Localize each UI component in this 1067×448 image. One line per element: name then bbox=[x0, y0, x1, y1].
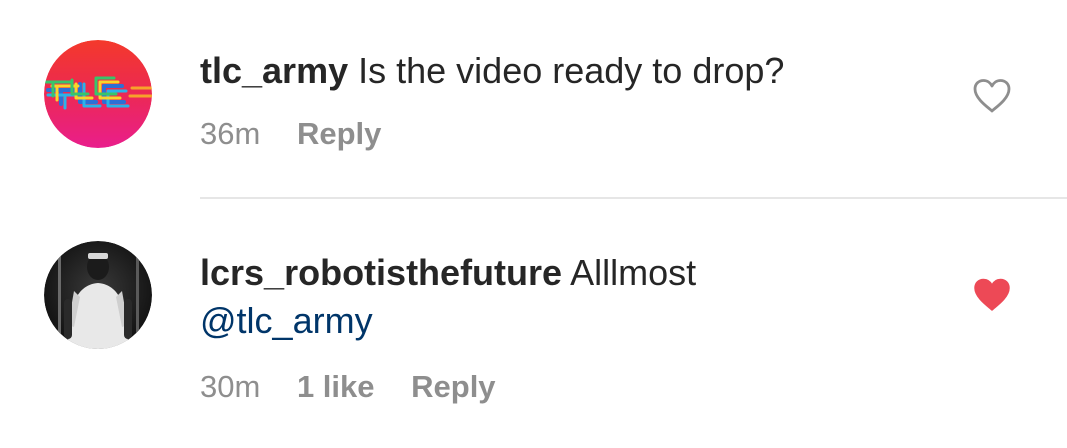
heart-outline-icon[interactable] bbox=[972, 78, 1012, 114]
reply-button[interactable]: Reply bbox=[297, 116, 381, 151]
likes-count[interactable]: 1 like bbox=[297, 369, 375, 404]
comment-mention-line: @tlc_army bbox=[200, 298, 373, 344]
comment-timestamp: 36m bbox=[200, 116, 261, 151]
tlc-logo-avatar bbox=[44, 40, 152, 148]
comment-text-line: tlc_army Is the video ready to drop? bbox=[200, 48, 784, 94]
avatar[interactable] bbox=[44, 241, 152, 349]
comment-text: Alllmost bbox=[570, 252, 697, 293]
comment-username[interactable]: lcrs_robotisthefuture bbox=[200, 252, 562, 293]
comment-timestamp: 30m bbox=[200, 369, 261, 404]
mention-link[interactable]: @tlc_army bbox=[200, 300, 373, 341]
comment-text: Is the video ready to drop? bbox=[358, 50, 785, 91]
comment-meta: 36m Reply bbox=[200, 114, 409, 154]
comment-username[interactable]: tlc_army bbox=[200, 50, 348, 91]
comment-item: lcrs_robotisthefuture Alllmost @tlc_army… bbox=[0, 199, 1067, 448]
comment-text-line: lcrs_robotisthefuture Alllmost bbox=[200, 250, 696, 296]
person-photo-avatar bbox=[44, 241, 152, 349]
comment-meta: 30m 1 like Reply bbox=[200, 367, 524, 407]
avatar[interactable] bbox=[44, 40, 152, 148]
reply-button[interactable]: Reply bbox=[411, 369, 495, 404]
heart-filled-icon[interactable] bbox=[972, 277, 1012, 313]
comment-item: tlc_army Is the video ready to drop? 36m… bbox=[0, 0, 1067, 197]
